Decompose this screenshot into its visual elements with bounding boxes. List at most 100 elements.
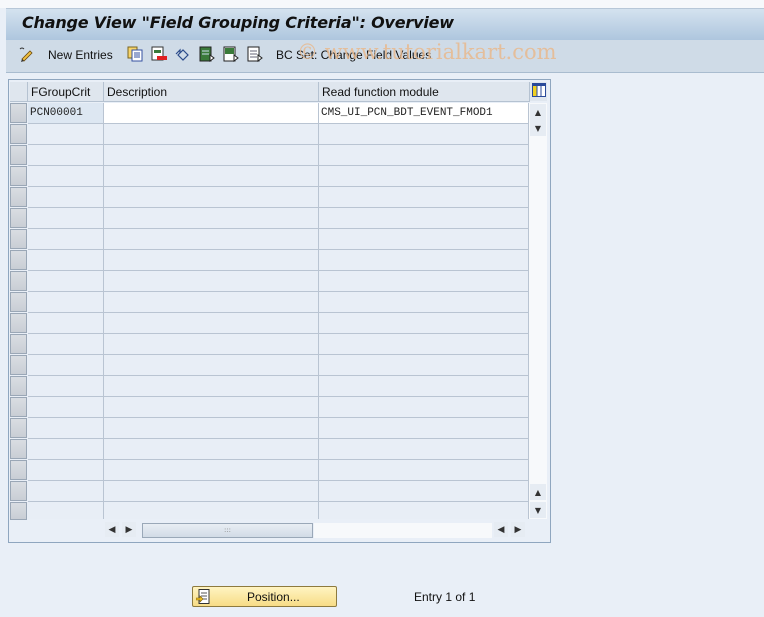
- column-header-read-function-module[interactable]: Read function module: [319, 82, 530, 102]
- empty-cell[interactable]: [28, 355, 104, 376]
- row-selector[interactable]: [10, 355, 27, 375]
- empty-cell[interactable]: [319, 439, 529, 460]
- scroll-down-button[interactable]: ▼: [530, 502, 546, 518]
- empty-cell[interactable]: [28, 502, 104, 519]
- empty-cell[interactable]: [28, 124, 104, 145]
- select-block-icon[interactable]: [223, 46, 239, 62]
- row-selector[interactable]: [10, 334, 27, 354]
- empty-cell[interactable]: [319, 355, 529, 376]
- empty-cell[interactable]: [319, 145, 529, 166]
- empty-cell[interactable]: [28, 397, 104, 418]
- empty-cell[interactable]: [104, 208, 319, 229]
- column-header-description[interactable]: Description: [104, 82, 319, 102]
- empty-cell[interactable]: [104, 418, 319, 439]
- empty-cell[interactable]: [104, 250, 319, 271]
- empty-cell[interactable]: [28, 145, 104, 166]
- row-selector[interactable]: [10, 187, 27, 207]
- empty-cell[interactable]: [28, 187, 104, 208]
- empty-cell[interactable]: [28, 229, 104, 250]
- position-button[interactable]: Position...: [192, 586, 337, 607]
- copy-icon[interactable]: [127, 46, 143, 62]
- empty-cell[interactable]: [28, 313, 104, 334]
- empty-cell[interactable]: [28, 166, 104, 187]
- empty-cell[interactable]: [28, 250, 104, 271]
- empty-cell[interactable]: [104, 166, 319, 187]
- empty-cell[interactable]: [28, 439, 104, 460]
- empty-cell[interactable]: [319, 376, 529, 397]
- empty-cell[interactable]: [104, 481, 319, 502]
- empty-cell[interactable]: [319, 271, 529, 292]
- empty-cell[interactable]: [28, 481, 104, 502]
- empty-cell[interactable]: [319, 460, 529, 481]
- row-selector[interactable]: [10, 166, 27, 186]
- empty-cell[interactable]: [104, 187, 319, 208]
- empty-cell[interactable]: [104, 355, 319, 376]
- empty-cell[interactable]: [28, 334, 104, 355]
- empty-cell[interactable]: [104, 271, 319, 292]
- table-cell[interactable]: CMS_UI_PCN_BDT_EVENT_FMOD1: [319, 103, 529, 124]
- empty-cell[interactable]: [104, 292, 319, 313]
- empty-cell[interactable]: [319, 397, 529, 418]
- horizontal-scroll-thumb[interactable]: :::: [142, 523, 313, 538]
- empty-cell[interactable]: [104, 502, 319, 519]
- empty-cell[interactable]: [319, 418, 529, 439]
- bc-set-change-field-values-button[interactable]: BC Set: Change Field Values: [276, 46, 431, 64]
- select-all-rows-corner[interactable]: [10, 82, 28, 102]
- empty-cell[interactable]: [319, 166, 529, 187]
- empty-cell[interactable]: [28, 292, 104, 313]
- empty-cell[interactable]: [319, 124, 529, 145]
- row-selector[interactable]: [10, 397, 27, 417]
- empty-cell[interactable]: [104, 460, 319, 481]
- row-selector[interactable]: [10, 460, 27, 480]
- empty-cell[interactable]: [28, 460, 104, 481]
- empty-cell[interactable]: [319, 502, 529, 519]
- page-down-button[interactable]: ▼: [530, 120, 546, 136]
- row-selector[interactable]: [10, 292, 27, 312]
- empty-cell[interactable]: [104, 313, 319, 334]
- empty-cell[interactable]: [319, 229, 529, 250]
- row-selector[interactable]: [10, 271, 27, 291]
- select-all-icon[interactable]: [199, 46, 215, 62]
- empty-cell[interactable]: [28, 208, 104, 229]
- empty-cell[interactable]: [104, 145, 319, 166]
- empty-cell[interactable]: [319, 481, 529, 502]
- row-selector[interactable]: [10, 145, 27, 165]
- empty-cell[interactable]: [104, 439, 319, 460]
- table-cell[interactable]: PCN00001: [28, 103, 104, 124]
- scroll-left-end-button[interactable]: ◀: [494, 522, 508, 537]
- row-selector[interactable]: [10, 313, 27, 333]
- new-entries-button[interactable]: New Entries: [48, 46, 113, 64]
- empty-cell[interactable]: [319, 334, 529, 355]
- vertical-scrollbar[interactable]: ▲ ▼ ▲ ▼: [529, 103, 547, 519]
- row-selector[interactable]: [10, 439, 27, 459]
- empty-cell[interactable]: [104, 229, 319, 250]
- empty-cell[interactable]: [319, 292, 529, 313]
- row-selector[interactable]: [10, 418, 27, 438]
- column-header-fgroupcrit[interactable]: FGroupCrit: [28, 82, 104, 102]
- edit-glasses-icon[interactable]: [18, 46, 34, 62]
- row-selector[interactable]: [10, 250, 27, 270]
- empty-cell[interactable]: [28, 418, 104, 439]
- row-selector[interactable]: [10, 502, 27, 520]
- column-settings-button[interactable]: [530, 82, 547, 101]
- horizontal-scroll-track[interactable]: [314, 523, 492, 538]
- empty-cell[interactable]: [104, 397, 319, 418]
- undo-icon[interactable]: [175, 46, 191, 62]
- row-selector[interactable]: [10, 208, 27, 228]
- table-cell[interactable]: [104, 103, 319, 124]
- row-selector[interactable]: [10, 124, 27, 144]
- row-selector[interactable]: [10, 103, 27, 123]
- scroll-right-button[interactable]: ▶: [122, 522, 136, 537]
- deselect-all-icon[interactable]: [247, 46, 263, 62]
- empty-cell[interactable]: [28, 376, 104, 397]
- row-selector[interactable]: [10, 229, 27, 249]
- row-selector[interactable]: [10, 481, 27, 501]
- scroll-right-end-button[interactable]: ▶: [511, 522, 525, 537]
- scroll-left-button[interactable]: ◀: [105, 522, 119, 537]
- empty-cell[interactable]: [104, 334, 319, 355]
- empty-cell[interactable]: [104, 376, 319, 397]
- empty-cell[interactable]: [319, 250, 529, 271]
- empty-cell[interactable]: [319, 208, 529, 229]
- row-selector[interactable]: [10, 376, 27, 396]
- empty-cell[interactable]: [319, 313, 529, 334]
